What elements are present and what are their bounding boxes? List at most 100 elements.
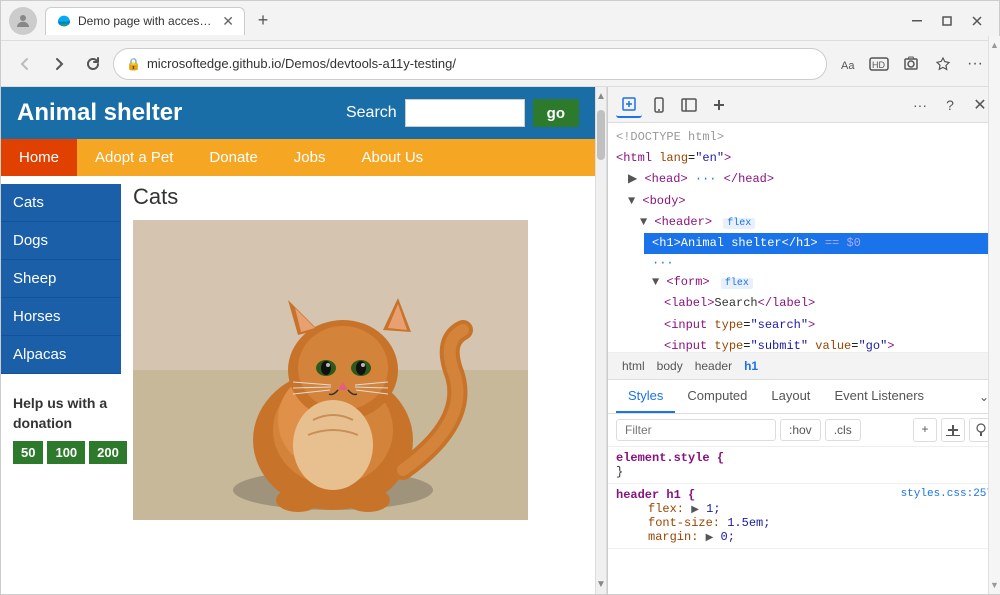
favorites-icon[interactable] xyxy=(929,50,957,78)
devtools-inspect-button[interactable] xyxy=(616,92,642,118)
lock-icon: 🔒 xyxy=(126,57,141,71)
refresh-button[interactable] xyxy=(79,50,107,78)
style-rule-header-h1: header h1 { styles.css:257 flex: ▶ 1; fo… xyxy=(608,484,1000,549)
nav-item-donate[interactable]: Donate xyxy=(191,139,275,176)
dom-body[interactable]: ▼ <body> xyxy=(620,191,989,212)
active-tab[interactable]: Demo page with accessibility iss ✕ xyxy=(45,7,245,35)
dom-doctype: <!DOCTYPE html> xyxy=(608,127,989,148)
devtools-overflow-button[interactable]: ··· xyxy=(907,92,933,118)
style-selector-h1: header h1 { xyxy=(616,488,695,502)
dom-html[interactable]: <html lang="en"> xyxy=(608,148,989,169)
devtools-sidebar-toggle[interactable] xyxy=(676,92,702,118)
devtools-add-button[interactable] xyxy=(706,92,732,118)
dom-tree: <!DOCTYPE html> <html lang="en"> ▶ <head… xyxy=(608,123,989,353)
breadcrumb-body[interactable]: body xyxy=(651,357,689,375)
devtools-more-options: ··· ? ✕ xyxy=(907,92,993,118)
search-form: Search go xyxy=(346,99,579,127)
style-prop-font-size: font-size: 1.5em; xyxy=(632,516,993,530)
tab-styles[interactable]: Styles xyxy=(616,380,675,413)
back-button[interactable] xyxy=(11,50,39,78)
dom-form-more[interactable]: ··· xyxy=(608,254,989,272)
toolbar-icons: Aa HD ··· xyxy=(833,50,989,78)
new-tab-button[interactable]: + xyxy=(249,7,277,35)
new-property-button[interactable] xyxy=(941,418,965,442)
breadcrumb-header[interactable]: header xyxy=(689,357,738,375)
donation-buttons: 50 100 200 xyxy=(13,441,109,464)
hd-icon[interactable]: HD xyxy=(865,50,893,78)
forward-button[interactable] xyxy=(45,50,73,78)
nav-item-home[interactable]: Home xyxy=(1,139,77,176)
sidebar-item-horses[interactable]: Horses xyxy=(1,298,121,336)
cat-image xyxy=(133,220,528,520)
dom-form[interactable]: ▼ <form> flex xyxy=(644,272,989,293)
dom-header[interactable]: ▼ <header> flex xyxy=(632,212,989,233)
nav-bar: Home Adopt a Pet Donate Jobs About Us xyxy=(1,139,595,176)
address-bar[interactable]: 🔒 microsoftedge.github.io/Demos/devtools… xyxy=(113,48,827,80)
panel-tabs: Styles Computed Layout Event Listeners ⌄ xyxy=(608,380,1000,414)
dom-h1-selected[interactable]: <h1>Animal shelter</h1> == $0 xyxy=(644,233,989,254)
tab-bar: Demo page with accessibility iss ✕ + xyxy=(45,7,903,35)
sidebar-item-dogs[interactable]: Dogs xyxy=(1,222,121,260)
tab-layout[interactable]: Layout xyxy=(759,380,822,413)
browser-toolbar: 🔒 microsoftedge.github.io/Demos/devtools… xyxy=(1,41,999,87)
site-title: Animal shelter xyxy=(17,99,182,127)
dom-input-submit[interactable]: <input type="submit" value="go"> xyxy=(656,336,989,353)
settings-icon[interactable]: ··· xyxy=(961,50,989,78)
tab-event-listeners[interactable]: Event Listeners xyxy=(822,380,936,413)
search-input[interactable] xyxy=(405,99,525,127)
sidebar-item-sheep[interactable]: Sheep xyxy=(1,260,121,298)
dom-more-button[interactable]: ··· xyxy=(644,255,682,271)
title-bar: Demo page with accessibility iss ✕ + xyxy=(1,1,999,41)
devtools-close-button[interactable]: ✕ xyxy=(967,92,993,118)
filter-bar: :hov .cls + xyxy=(608,414,1000,447)
nav-item-about[interactable]: About Us xyxy=(343,139,441,176)
filter-action-icons: + xyxy=(913,418,993,442)
sidebar-donation: Help us with a donation 50 100 200 xyxy=(1,382,121,476)
dom-head[interactable]: ▶ <head> ··· </head> xyxy=(620,169,989,190)
minimize-button[interactable] xyxy=(903,7,931,35)
color-picker-button[interactable] xyxy=(969,418,993,442)
style-rule-header-h1-header: header h1 { styles.css:257 xyxy=(616,488,993,502)
website-content: Animal shelter Search go Home Adopt a Pe… xyxy=(1,87,595,594)
close-button[interactable] xyxy=(963,7,991,35)
nav-item-adopt[interactable]: Adopt a Pet xyxy=(77,139,191,176)
filter-cls-button[interactable]: .cls xyxy=(825,419,861,441)
style-prop-margin: margin: ▶ 0; xyxy=(632,530,993,544)
tab-close-button[interactable]: ✕ xyxy=(222,13,234,30)
breadcrumb-h1[interactable]: h1 xyxy=(738,357,764,375)
svg-text:HD: HD xyxy=(872,60,885,70)
filter-hov-button[interactable]: :hov xyxy=(780,419,821,441)
sidebar-item-alpacas[interactable]: Alpacas xyxy=(1,336,121,374)
screenshot-icon[interactable] xyxy=(897,50,925,78)
profile-icon[interactable] xyxy=(9,7,37,35)
dom-label[interactable]: <label>Search</label> xyxy=(656,293,989,314)
tab-computed[interactable]: Computed xyxy=(675,380,759,413)
main-content: Cats xyxy=(121,176,595,594)
sidebar-item-cats[interactable]: Cats xyxy=(1,184,121,222)
devtools-device-button[interactable] xyxy=(646,92,672,118)
page-heading: Cats xyxy=(133,184,583,210)
main-area: Animal shelter Search go Home Adopt a Pe… xyxy=(1,87,1000,594)
nav-item-jobs[interactable]: Jobs xyxy=(276,139,344,176)
breadcrumb-html[interactable]: html xyxy=(616,357,651,375)
search-label: Search xyxy=(346,104,397,122)
url-text: microsoftedge.github.io/Demos/devtools-a… xyxy=(147,56,814,71)
dom-input-search[interactable]: <input type="search"> xyxy=(656,315,989,336)
style-close-element: } xyxy=(616,465,993,479)
style-link-h1[interactable]: styles.css:257 xyxy=(901,488,993,502)
read-aloud-icon[interactable]: Aa xyxy=(833,50,861,78)
devtools-help-button[interactable]: ? xyxy=(937,92,963,118)
dom-tree-scrollbar[interactable]: ▲ ▼ xyxy=(989,123,1000,353)
donation-50-button[interactable]: 50 xyxy=(13,441,43,464)
new-style-rule-button[interactable]: + xyxy=(913,418,937,442)
filter-input[interactable] xyxy=(616,419,776,441)
devtools-toolbar: ··· ? ✕ xyxy=(608,87,1000,123)
donation-100-button[interactable]: 100 xyxy=(47,441,85,464)
maximize-button[interactable] xyxy=(933,7,961,35)
devtools-panel: ··· ? ✕ <!DOCTYPE html> <html lang="en">… xyxy=(607,87,1000,594)
panel-tabs-more[interactable]: ⌄ xyxy=(975,386,993,408)
breadcrumb-bar: html body header h1 xyxy=(608,353,1000,380)
page-scrollbar[interactable]: ▲ ▼ xyxy=(595,87,607,594)
window-controls xyxy=(903,7,991,35)
search-go-button[interactable]: go xyxy=(533,99,579,127)
